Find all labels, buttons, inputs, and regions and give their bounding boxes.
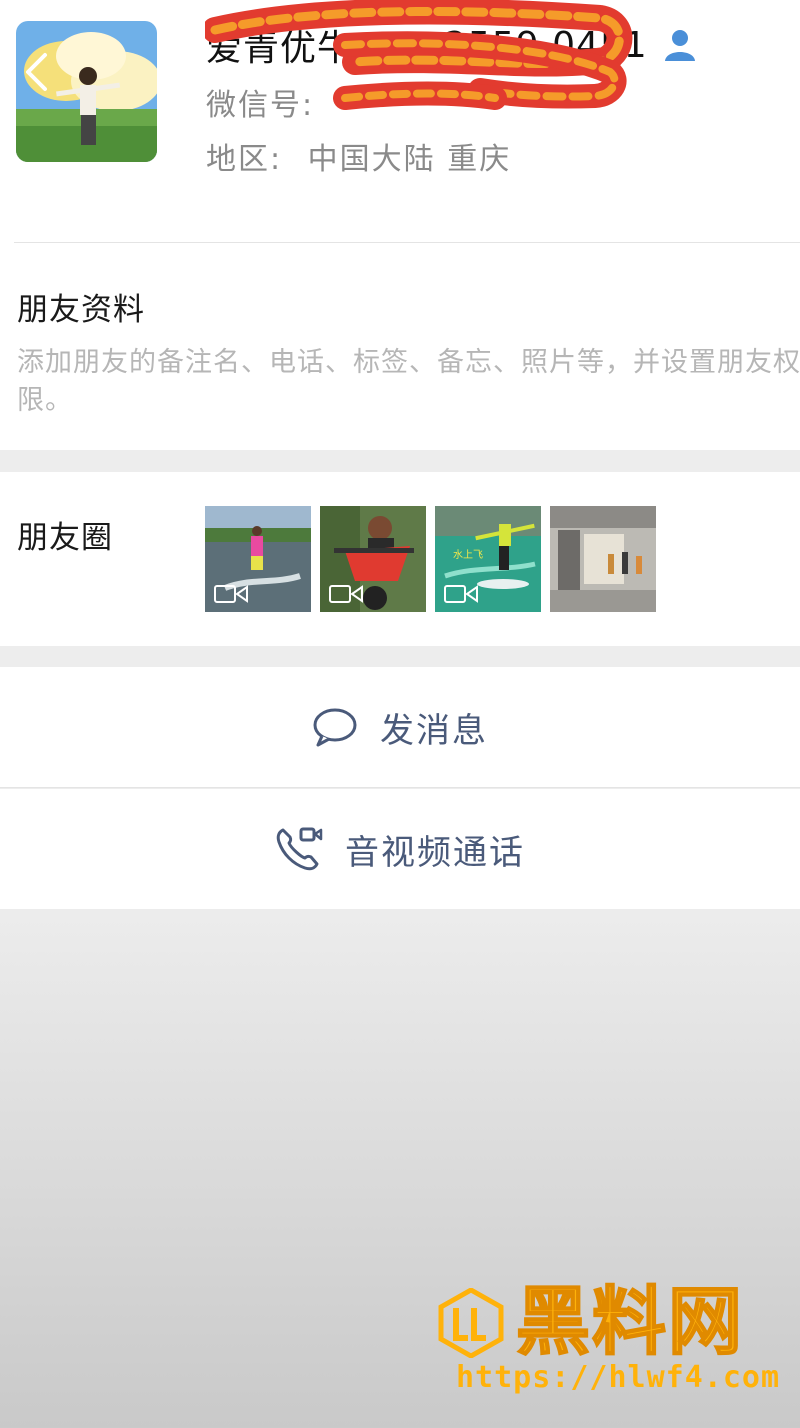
redaction-scribble [205, 0, 633, 110]
av-call-label: 音视频通话 [345, 832, 525, 873]
chevron-left-icon [26, 53, 47, 91]
chat-bubble-icon [313, 708, 357, 747]
user-icon [664, 30, 695, 61]
moment-thumbnail[interactable]: 水上飞 [435, 506, 541, 612]
moment-thumbnail[interactable] [550, 506, 656, 612]
profile-header: 爱青优牛 2559 0451 微信号: 地区: 中国大陆 重庆 [0, 0, 800, 244]
friend-info-section[interactable]: 朋友资料 添加朋友的备注名、电话、标签、备忘、照片等，并设置朋友权限。 [0, 244, 800, 450]
send-message-label: 发消息 [380, 710, 488, 751]
video-icon [214, 585, 248, 603]
friend-info-title: 朋友资料 [17, 292, 145, 328]
watermark-brand: 黑料网 [515, 1279, 744, 1365]
av-call-button[interactable]: 音视频通话 [0, 789, 800, 909]
thumbnail-caption: 水上飞 [453, 549, 483, 561]
moment-thumbnail[interactable] [320, 506, 426, 612]
moment-thumbnail[interactable] [205, 506, 311, 612]
send-message-button[interactable]: 发消息 [0, 667, 800, 787]
friend-info-description: 添加朋友的备注名、电话、标签、备忘、照片等，并设置朋友权限。 [17, 347, 800, 416]
header-divider [14, 242, 800, 243]
moments-title: 朋友圈 [17, 520, 113, 556]
video-icon [329, 585, 363, 603]
back-button[interactable] [16, 48, 56, 96]
region-row: 地区: 中国大陆 重庆 [206, 134, 511, 178]
action-divider [0, 787, 800, 788]
moments-section[interactable]: 朋友圈 水上飞 [0, 472, 800, 646]
region-value: 中国大陆 重庆 [307, 142, 512, 177]
watermark-url: https://hlwf4.com [456, 1360, 781, 1395]
moments-thumbnails: 水上飞 [205, 506, 656, 612]
phone-video-icon [276, 827, 323, 871]
brand-logo-icon [438, 1288, 504, 1358]
region-label: 地区: [206, 142, 283, 177]
watermark: 黑料网 https://hlwf4.com [438, 1279, 781, 1402]
video-icon [444, 585, 478, 603]
